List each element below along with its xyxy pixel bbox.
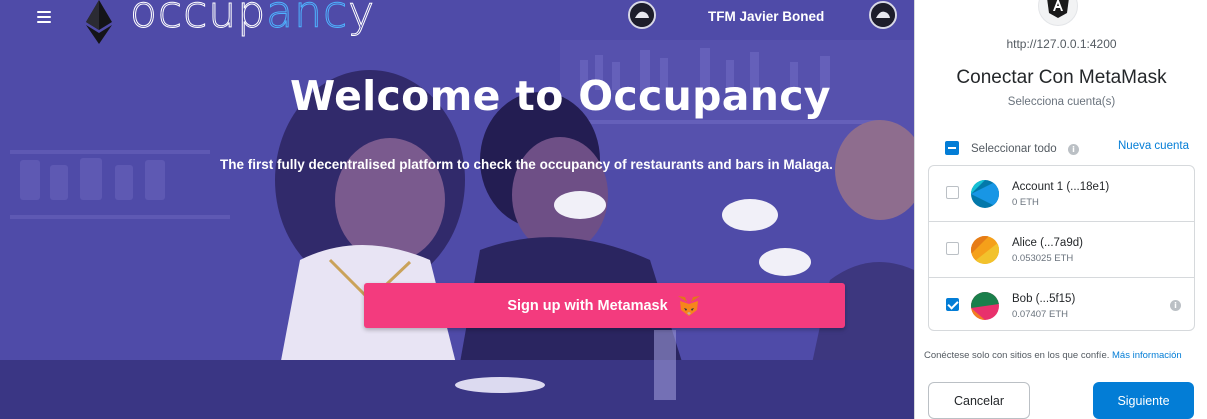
account-avatar: [971, 180, 999, 208]
account-item[interactable]: Alice (...7a9d) 0.053025 ETH: [929, 222, 1194, 278]
angular-icon: [1047, 0, 1069, 18]
signup-metamask-button[interactable]: Sign up with Metamask: [364, 283, 845, 328]
occupancy-hero: occupancy TFM Javier Boned Welcome to Oc…: [0, 0, 914, 419]
metamask-fox-icon: [677, 295, 700, 316]
cancel-button[interactable]: Cancelar: [928, 382, 1030, 419]
select-all-label: Seleccionar todo: [971, 143, 1057, 155]
account-name: Bob (...5f15): [1012, 293, 1076, 305]
account-avatar: [971, 236, 999, 264]
account-item[interactable]: Account 1 (...18e1) 0 ETH: [929, 166, 1194, 222]
account-balance: 0 ETH: [1012, 197, 1039, 208]
account-balance: 0.07407 ETH: [1012, 309, 1068, 320]
account-checkbox[interactable]: [946, 186, 959, 199]
popup-title: Conectar Con MetaMask: [956, 67, 1167, 88]
background-photo: [0, 0, 914, 419]
account-name: Account 1 (...18e1): [1012, 181, 1110, 193]
next-button[interactable]: Siguiente: [1093, 382, 1194, 419]
metamask-connect-popup: http://127.0.0.1:4200 Conectar Con MetaM…: [914, 0, 1207, 419]
site-avatar: [1038, 0, 1078, 26]
avatar-icon: [628, 1, 656, 29]
signup-button-label: Sign up with Metamask: [507, 297, 668, 314]
account-name: Alice (...7a9d): [1012, 237, 1083, 249]
top-navbar: occupancy TFM Javier Boned: [0, 0, 914, 44]
brand-logo[interactable]: occupancy: [129, 0, 375, 38]
account-balance: 0.053025 ETH: [1012, 253, 1074, 264]
user-name: TFM Javier Boned: [708, 9, 825, 24]
trust-notice-text: Conéctese solo con sitios en los que con…: [924, 350, 1110, 361]
account-avatar: [971, 292, 999, 320]
site-origin: http://127.0.0.1:4200: [1006, 37, 1117, 51]
new-account-link[interactable]: Nueva cuenta: [1118, 140, 1189, 152]
avatar-icon[interactable]: [869, 1, 897, 29]
trust-notice: Conéctese solo con sitios en los que con…: [924, 350, 1182, 361]
menu-icon[interactable]: [37, 11, 51, 23]
info-icon[interactable]: i: [1170, 300, 1181, 311]
account-checkbox[interactable]: [946, 242, 959, 255]
page-subtitle: The first fully decentralised platform t…: [220, 157, 833, 172]
page-title: Welcome to Occupancy: [290, 72, 831, 120]
ethereum-logo-icon: [86, 0, 112, 44]
account-list[interactable]: Account 1 (...18e1) 0 ETH Alice (...7a9d…: [928, 165, 1195, 331]
select-all-checkbox[interactable]: [945, 141, 959, 155]
learn-more-link[interactable]: Más información: [1112, 350, 1182, 361]
account-item[interactable]: Bob (...5f15) 0.07407 ETH i: [929, 278, 1194, 330]
info-icon[interactable]: i: [1068, 144, 1079, 155]
popup-subtitle: Selecciona cuenta(s): [1007, 96, 1116, 108]
account-checkbox[interactable]: [946, 298, 959, 311]
